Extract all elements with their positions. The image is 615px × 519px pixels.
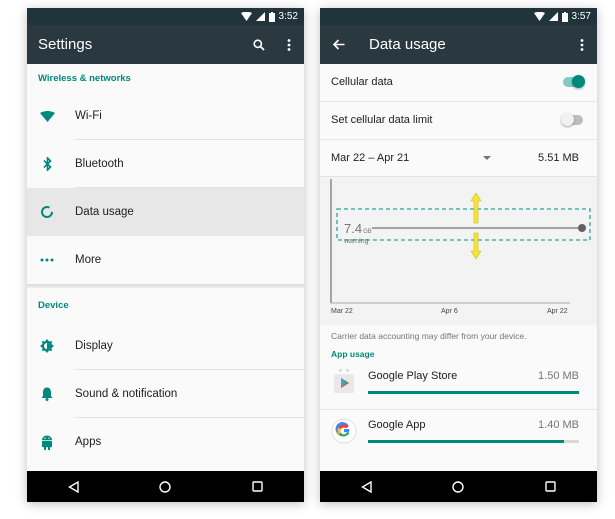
switch-knob: [572, 75, 585, 88]
data-limit-row[interactable]: Set cellular data limit: [320, 102, 597, 140]
android-icon: [38, 418, 56, 466]
section-header-device: Device: [38, 299, 69, 311]
settings-item-label: Sound & notification: [75, 388, 178, 400]
warning-number: 7.4: [344, 221, 363, 236]
usage-bar: [368, 391, 579, 394]
settings-item-label: Bluetooth: [75, 158, 124, 170]
back-nav-icon[interactable]: [351, 471, 381, 502]
nav-bar: [320, 471, 597, 502]
data-usage-screen: 3:57 Data usage Cellular data Set cellul…: [320, 8, 597, 502]
more-vert-icon[interactable]: [571, 25, 593, 64]
cell-signal-icon: [548, 12, 558, 21]
settings-item-sound[interactable]: Sound & notification: [27, 370, 304, 418]
status-time: 3:52: [278, 11, 298, 22]
play-store-icon: [331, 367, 357, 395]
data-limit-switch[interactable]: [561, 113, 583, 126]
settings-item-label: Wi-Fi: [75, 110, 102, 122]
section-header-wireless: Wireless & networks: [38, 72, 131, 84]
warning-value[interactable]: 7.4GB: [344, 221, 372, 236]
home-nav-icon[interactable]: [150, 471, 180, 502]
status-time: 3:57: [571, 11, 591, 22]
settings-item-more[interactable]: More: [27, 236, 304, 284]
app-toolbar: Settings: [27, 25, 304, 64]
x-tick-label: Apr 22: [547, 308, 568, 315]
battery-icon: [268, 11, 275, 22]
warning-unit: GB: [363, 229, 372, 235]
app-usage-row-play-store[interactable]: Google Play Store 1.50 MB: [320, 361, 597, 409]
search-icon[interactable]: [248, 25, 270, 64]
more-vert-icon[interactable]: [278, 25, 300, 64]
data-limit-label: Set cellular data limit: [331, 114, 433, 126]
warning-label: warning: [344, 238, 369, 245]
wifi-signal-icon: [240, 12, 252, 21]
settings-item-wifi[interactable]: Wi-Fi: [27, 92, 304, 140]
x-tick-label: Apr 6: [441, 308, 458, 315]
settings-item-bluetooth[interactable]: Bluetooth: [27, 140, 304, 188]
more-horiz-icon: [38, 236, 56, 284]
recents-nav-icon[interactable]: [243, 471, 273, 502]
google-g-icon: [331, 418, 357, 444]
cell-signal-icon: [255, 12, 265, 21]
cellular-data-label: Cellular data: [331, 76, 393, 88]
usage-bar-fill: [368, 440, 565, 443]
status-bar: 3:52: [27, 8, 304, 25]
battery-icon: [561, 11, 568, 22]
settings-item-label: More: [75, 254, 102, 266]
toolbar-title: Data usage: [369, 36, 446, 53]
bell-icon: [38, 370, 56, 418]
app-name: Google App: [368, 419, 426, 431]
bluetooth-icon: [38, 140, 56, 188]
drag-down-arrow-icon: [470, 232, 482, 260]
toolbar-title: Settings: [38, 36, 93, 53]
wifi-icon: [38, 92, 56, 140]
cycle-selector[interactable]: Mar 22 – Apr 21 5.51 MB: [320, 140, 597, 176]
home-nav-icon[interactable]: [443, 471, 473, 502]
app-usage-row-google-app[interactable]: Google App 1.40 MB: [320, 410, 597, 458]
settings-item-data-usage[interactable]: Data usage: [27, 188, 304, 236]
usage-chart: 7.4GB warning Mar 22 Apr 6 Apr 22: [320, 176, 597, 325]
settings-item-label: Display: [75, 340, 113, 352]
usage-bar-fill: [368, 391, 579, 394]
switch-knob: [561, 113, 574, 126]
status-bar: 3:57: [320, 8, 597, 25]
app-toolbar: Data usage: [320, 25, 597, 64]
app-size: 1.40 MB: [538, 419, 579, 431]
usage-chart-svg: [330, 179, 591, 304]
drag-up-arrow-icon: [470, 192, 482, 224]
cycle-total: 5.51 MB: [538, 152, 579, 164]
x-tick-label: Mar 22: [331, 308, 353, 315]
chevron-down-icon[interactable]: [483, 156, 491, 160]
warning-highlight-box: [336, 208, 591, 241]
settings-item-display[interactable]: Display: [27, 322, 304, 370]
wifi-signal-icon: [533, 12, 545, 21]
cellular-data-row[interactable]: Cellular data: [320, 64, 597, 102]
cellular-data-switch[interactable]: [563, 75, 585, 88]
nav-bar: [27, 471, 304, 502]
settings-item-label: Data usage: [75, 206, 134, 218]
settings-item-apps[interactable]: Apps: [27, 418, 304, 466]
back-nav-icon[interactable]: [58, 471, 88, 502]
app-size: 1.50 MB: [538, 370, 579, 382]
cycle-range: Mar 22 – Apr 21: [331, 152, 410, 164]
recents-nav-icon[interactable]: [536, 471, 566, 502]
app-usage-header: App usage: [331, 349, 375, 359]
usage-bar: [368, 440, 579, 443]
warning-handle: [578, 224, 586, 232]
settings-item-label: Apps: [75, 436, 102, 448]
display-icon: [38, 322, 56, 370]
back-arrow-icon[interactable]: [328, 25, 350, 64]
data-usage-icon: [38, 188, 56, 236]
settings-screen: 3:52 Settings Wireless & networks Wi-Fi …: [27, 8, 304, 502]
app-name: Google Play Store: [368, 370, 458, 382]
carrier-note: Carrier data accounting may differ from …: [331, 331, 527, 341]
